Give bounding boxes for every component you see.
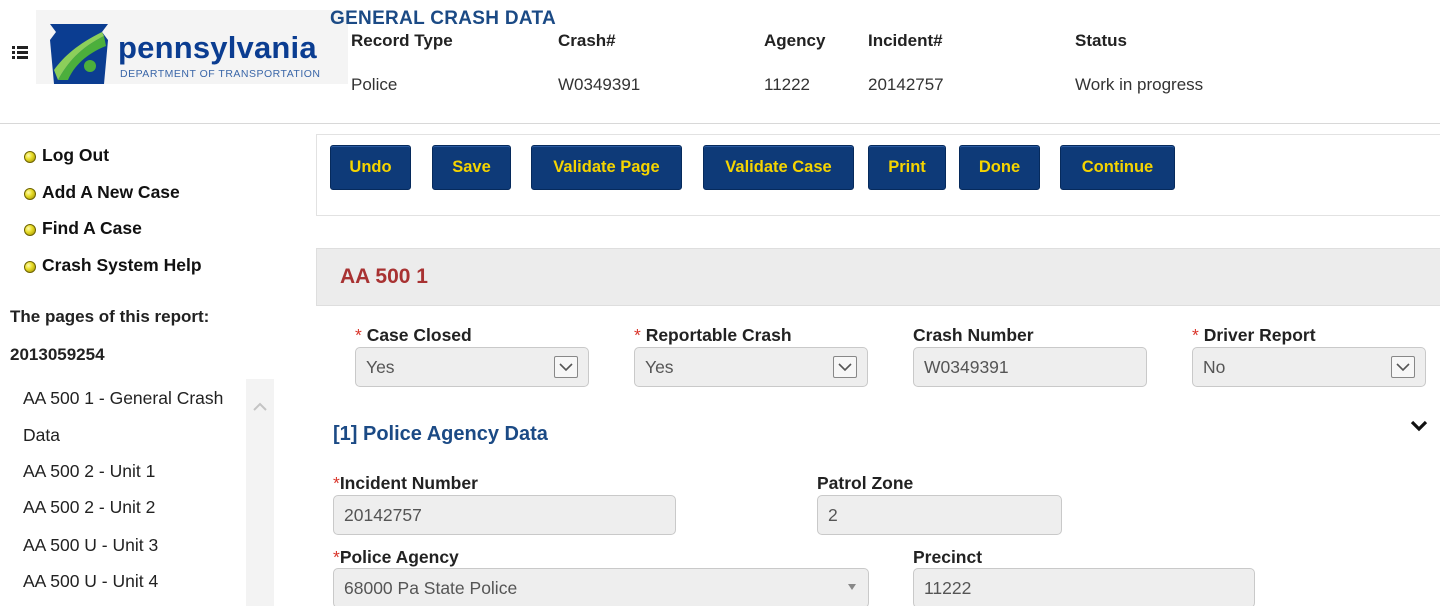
logout-link[interactable]: Log Out — [24, 145, 109, 166]
crash-number-field-value: W0349391 — [924, 356, 1009, 377]
police-agency-label: *Police Agency — [333, 547, 459, 567]
select-arrow-icon[interactable] — [1391, 356, 1415, 378]
penndot-logo: pennsylvania DEPARTMENT OF TRANSPORTATIO… — [36, 10, 348, 84]
continue-button[interactable]: Continue — [1060, 145, 1175, 190]
list-menu-icon[interactable] — [12, 44, 28, 60]
page-link-unit-1[interactable]: AA 500 2 - Unit 1 — [23, 461, 155, 482]
undo-button[interactable]: Undo — [330, 145, 411, 190]
police-agency-value: 68000 Pa State Police — [344, 577, 518, 598]
select-arrow-icon[interactable] — [833, 356, 857, 378]
find-case-label: Find A Case — [42, 218, 142, 238]
add-new-case-link[interactable]: Add A New Case — [24, 182, 180, 203]
chevron-up-icon[interactable] — [251, 398, 269, 416]
page-link-unit-4[interactable]: AA 500 U - Unit 4 — [23, 571, 158, 592]
find-case-link[interactable]: Find A Case — [24, 218, 142, 239]
combo-caret-icon[interactable] — [848, 584, 856, 590]
police-agency-section-title: [1] Police Agency Data — [333, 423, 548, 445]
status-value: Work in progress — [1075, 75, 1204, 94]
bullet-icon — [24, 261, 36, 273]
header-title: GENERAL CRASH DATA — [330, 8, 557, 29]
incident-value: 20142757 — [868, 75, 944, 94]
done-button[interactable]: Done — [959, 145, 1040, 190]
select-arrow-icon[interactable] — [554, 356, 578, 378]
page-link-general-crash[interactable]: AA 500 1 - General Crash — [23, 388, 223, 409]
pages-heading: The pages of this report: — [10, 307, 210, 326]
crash-number-value: W0349391 — [558, 75, 641, 94]
header-divider — [0, 123, 1440, 124]
logout-label: Log Out — [42, 145, 110, 165]
driver-report-value: No — [1203, 356, 1226, 377]
required-mark: * — [355, 325, 362, 345]
incident-label: Incident# — [868, 31, 943, 50]
crash-number-label: Crash# — [558, 31, 616, 50]
save-button[interactable]: Save — [432, 145, 511, 190]
validate-page-button[interactable]: Validate Page — [531, 145, 682, 190]
report-number: 2013059254 — [10, 345, 105, 364]
validate-case-button[interactable]: Validate Case — [703, 145, 854, 190]
add-new-case-label: Add A New Case — [42, 182, 180, 202]
penndot-keystone-logo-icon — [46, 22, 112, 91]
incident-number-value: 20142757 — [344, 504, 422, 525]
patrol-zone-input[interactable]: 2 — [817, 495, 1062, 535]
agency-value: 11222 — [764, 75, 811, 94]
precinct-input[interactable]: 11222 — [913, 568, 1255, 606]
agency-label: Agency — [764, 31, 826, 50]
required-mark: * — [333, 473, 340, 493]
crash-number-field-label: Crash Number — [913, 325, 1034, 345]
page-link-unit-3[interactable]: AA 500 U - Unit 3 — [23, 535, 158, 556]
patrol-zone-label: Patrol Zone — [817, 473, 914, 493]
bullet-icon — [24, 224, 36, 236]
driver-report-label: * Driver Report — [1192, 325, 1316, 345]
required-mark: * — [634, 325, 641, 345]
status-label: Status — [1075, 31, 1127, 50]
chevron-down-icon[interactable] — [1408, 417, 1430, 435]
crash-system-help-link[interactable]: Crash System Help — [24, 255, 202, 276]
reportable-crash-select[interactable]: Yes — [634, 347, 868, 387]
bullet-icon — [24, 188, 36, 200]
form-header — [316, 248, 1440, 306]
logo-name: pennsylvania — [118, 30, 317, 65]
case-closed-select[interactable]: Yes — [355, 347, 589, 387]
crash-number-field[interactable]: W0349391 — [913, 347, 1147, 387]
record-type-label: Record Type — [351, 31, 453, 50]
reportable-crash-value: Yes — [645, 356, 674, 377]
bullet-icon — [24, 151, 36, 163]
case-closed-value: Yes — [366, 356, 395, 377]
driver-report-select[interactable]: No — [1192, 347, 1426, 387]
precinct-value: 11222 — [924, 577, 972, 598]
patrol-zone-value: 2 — [828, 504, 838, 525]
required-mark: * — [1192, 325, 1199, 345]
page-link-unit-2[interactable]: AA 500 2 - Unit 2 — [23, 497, 155, 518]
record-type-value: Police — [351, 75, 398, 94]
incident-number-label: *Incident Number — [333, 473, 478, 493]
page-link-general-crash-cont[interactable]: Data — [23, 425, 60, 446]
crash-system-help-label: Crash System Help — [42, 255, 202, 275]
incident-number-input[interactable]: 20142757 — [333, 495, 676, 535]
logo-subtitle: DEPARTMENT OF TRANSPORTATION — [120, 68, 321, 80]
print-button[interactable]: Print — [868, 145, 946, 190]
precinct-label: Precinct — [913, 547, 983, 567]
police-agency-combobox[interactable]: 68000 Pa State Police — [333, 568, 869, 606]
reportable-crash-label: * Reportable Crash — [634, 325, 792, 345]
form-title: AA 500 1 — [340, 265, 428, 288]
required-mark: * — [333, 547, 340, 567]
case-closed-label: * Case Closed — [355, 325, 472, 345]
